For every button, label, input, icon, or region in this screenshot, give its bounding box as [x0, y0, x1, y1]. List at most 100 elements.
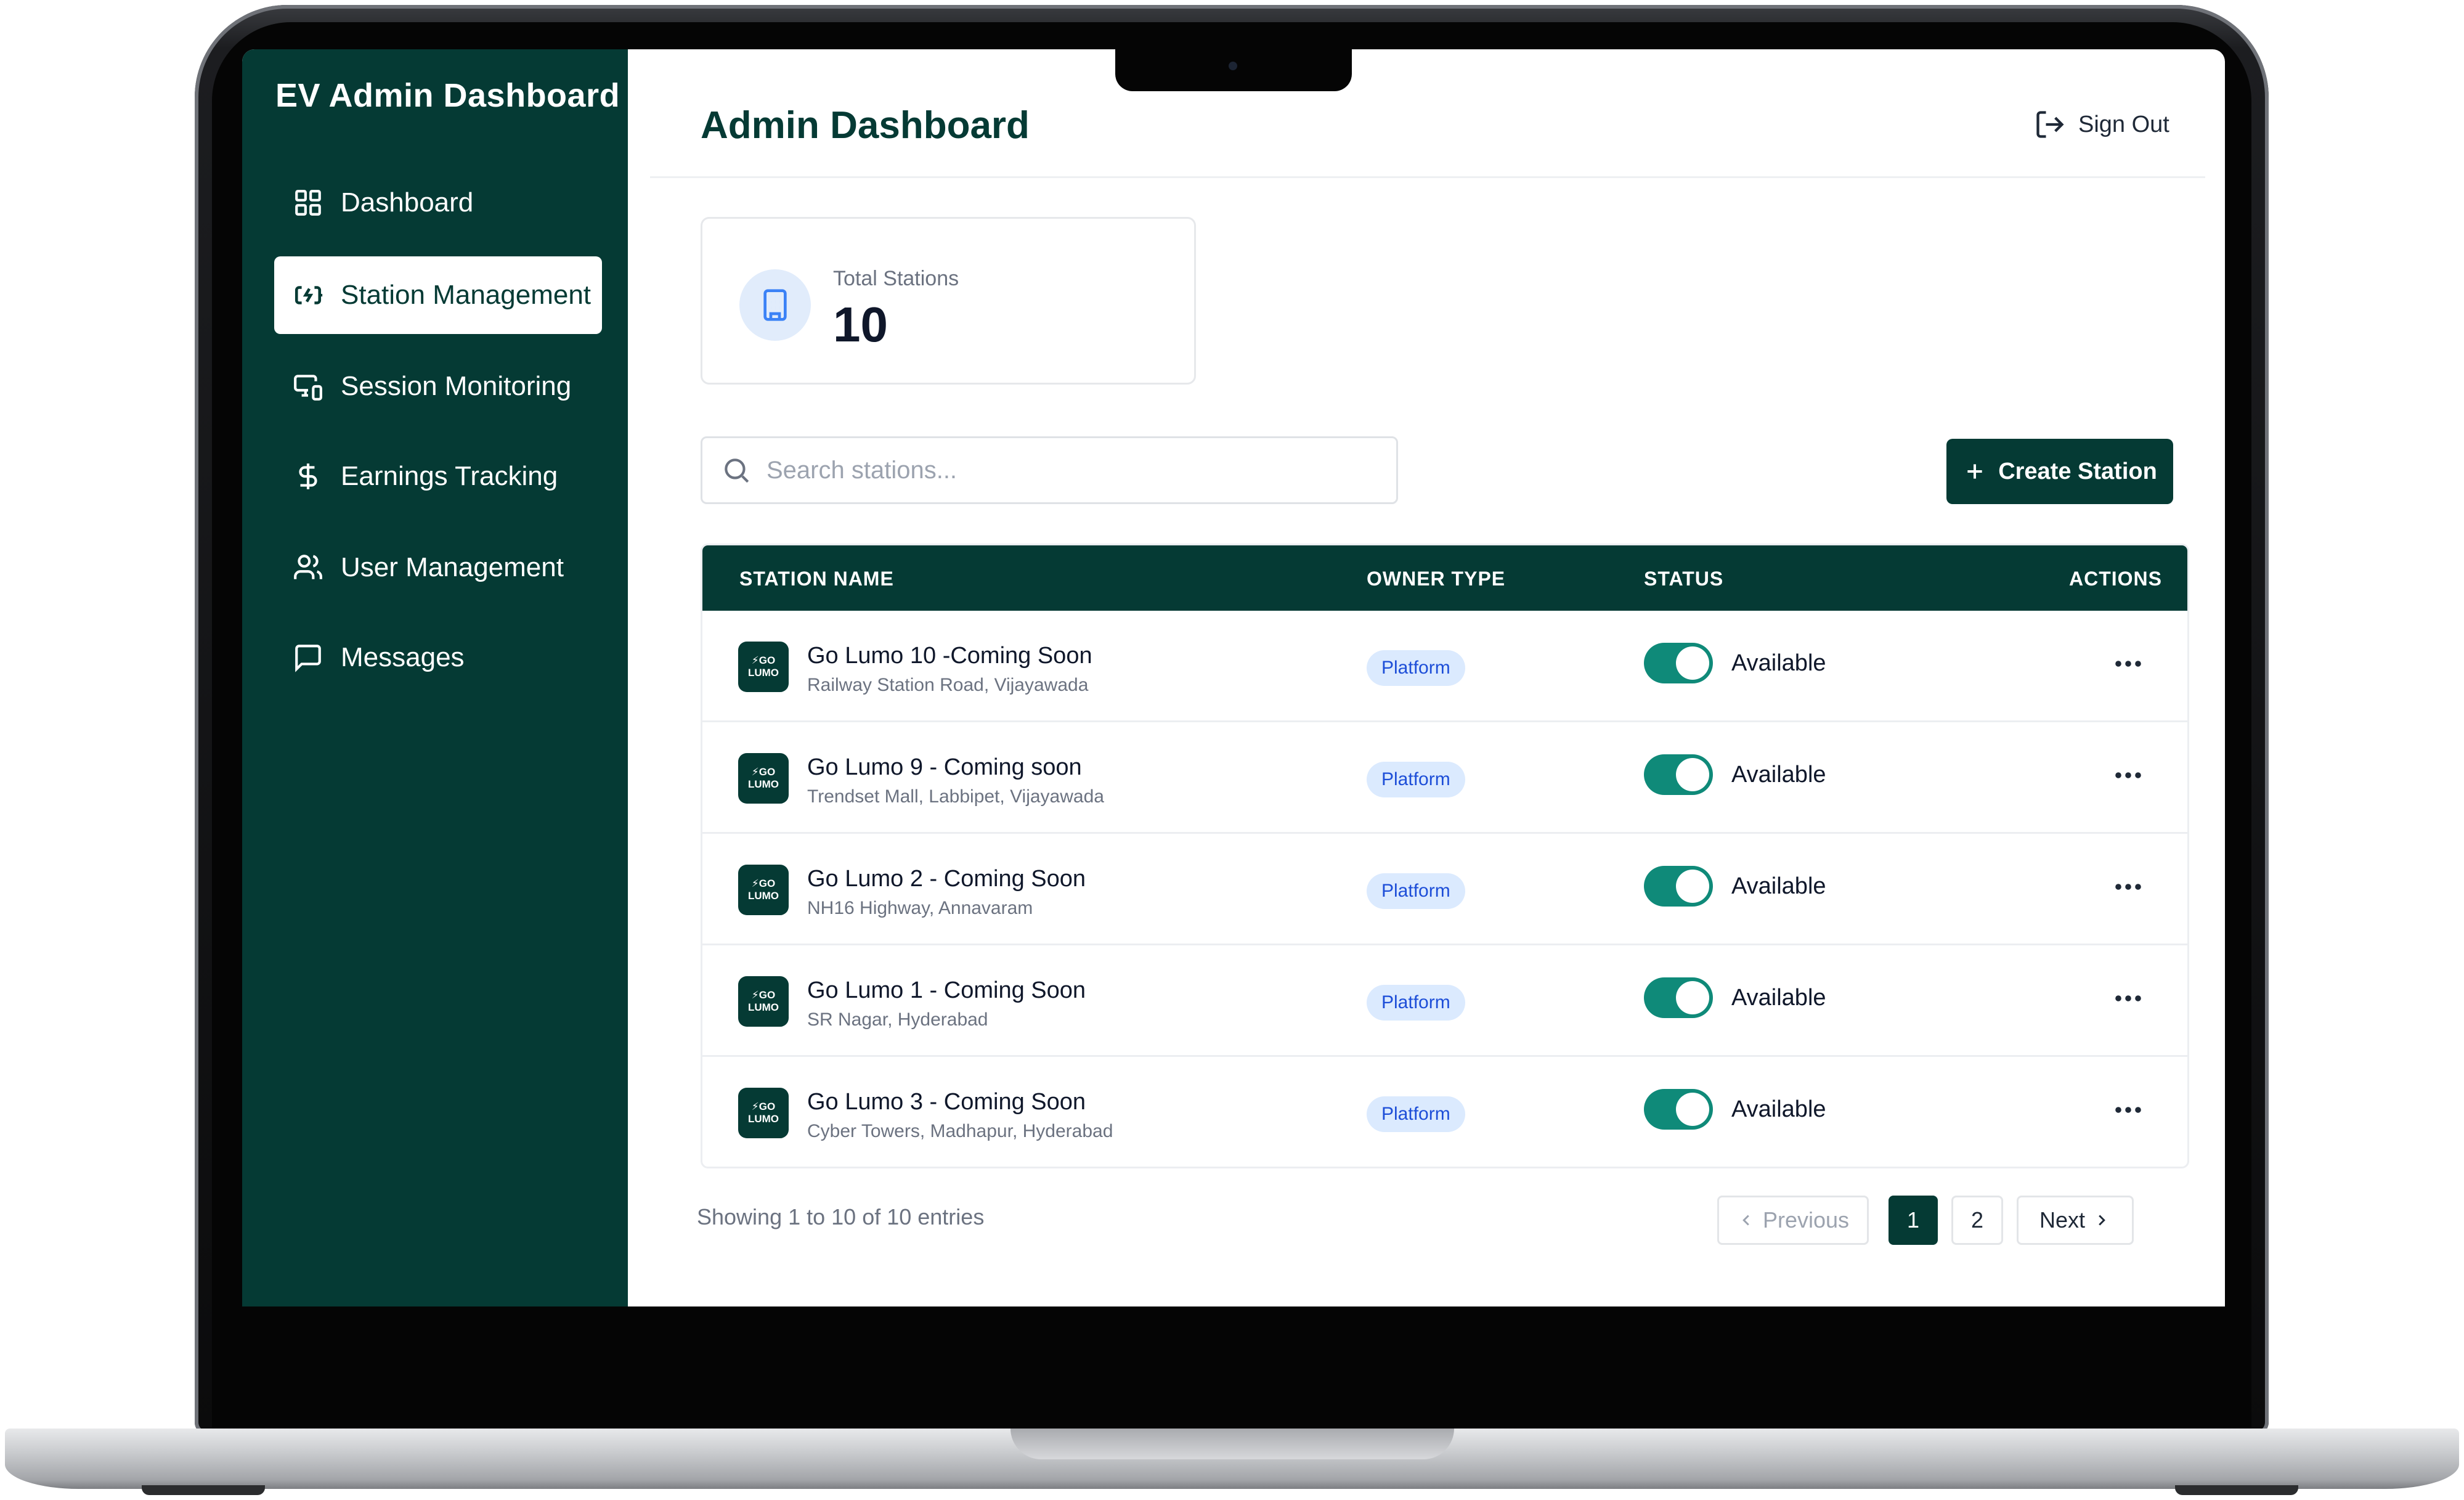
stations-table: STATION NAME OWNER TYPE STATUS ACTIONS ⚡…: [701, 544, 2189, 1168]
station-name: Go Lumo 1 - Coming Soon: [807, 977, 1086, 1003]
owner-type-badge: Platform: [1367, 1096, 1465, 1132]
monitor-devices-icon: [293, 371, 323, 402]
sidebar-item-session-monitoring[interactable]: Session Monitoring: [274, 348, 602, 425]
row-actions-button[interactable]: [2110, 763, 2147, 788]
entries-summary: Showing 1 to 10 of 10 entries: [697, 1204, 985, 1229]
chevron-left-icon: [1742, 1215, 1749, 1226]
status-toggle[interactable]: [1644, 866, 1713, 907]
building-icon: [739, 269, 811, 341]
sidebar-item-label: User Management: [341, 552, 564, 582]
more-horizontal-icon: [2115, 1107, 2141, 1113]
column-header-owner-type: OWNER TYPE: [1367, 568, 1506, 590]
row-actions-button[interactable]: [2110, 651, 2147, 676]
search-input[interactable]: [766, 456, 1383, 484]
status-label: Available: [1731, 762, 1826, 788]
table-row[interactable]: ⚡GO LUMO Go Lumo 3 - Coming Soon Cyber To…: [702, 1057, 2187, 1167]
chevron-right-icon: [2099, 1215, 2105, 1226]
header-divider: [650, 176, 2205, 178]
sidebar-item-station-management[interactable]: Station Management: [274, 256, 602, 334]
status-label: Available: [1731, 985, 1826, 1011]
row-actions-button[interactable]: [2110, 874, 2147, 899]
owner-type-badge: Platform: [1367, 762, 1465, 797]
owner-type-badge: Platform: [1367, 873, 1465, 909]
more-horizontal-icon: [2115, 661, 2141, 667]
sidebar-item-user-management[interactable]: User Management: [274, 529, 602, 606]
more-horizontal-icon: [2115, 995, 2141, 1001]
laptop-foot-left: [142, 1485, 265, 1495]
station-logo: ⚡GO LUMO: [738, 865, 789, 915]
page-button-1[interactable]: 1: [1889, 1196, 1938, 1245]
sidebar-item-label: Station Management: [341, 280, 592, 310]
status-label: Available: [1731, 1096, 1826, 1122]
page-title: Admin Dashboard: [701, 104, 1030, 147]
station-logo: ⚡GO LUMO: [738, 1088, 789, 1138]
sidebar-item-label: Session Monitoring: [341, 371, 572, 401]
status-toggle[interactable]: [1644, 1089, 1713, 1130]
station-name: Go Lumo 9 - Coming soon: [807, 754, 1082, 780]
search-box: [701, 436, 1398, 504]
station-logo: ⚡GO LUMO: [738, 753, 789, 804]
status-toggle[interactable]: [1644, 977, 1713, 1018]
row-actions-button[interactable]: [2110, 1098, 2147, 1122]
station-address: NH16 Highway, Annavaram: [807, 898, 1033, 918]
station-address: Trendset Mall, Labbipet, Vijayawada: [807, 786, 1104, 807]
sidebar: EV Admin Dashboard Dashboard Station Man…: [242, 49, 628, 1306]
station-address: Railway Station Road, Vijayawada: [807, 675, 1089, 695]
brand-title: EV Admin Dashboard: [275, 77, 620, 114]
sidebar-item-label: Earnings Tracking: [341, 461, 558, 491]
station-logo: ⚡GO LUMO: [738, 976, 789, 1027]
stat-value: 10: [833, 297, 888, 352]
owner-type-badge: Platform: [1367, 650, 1465, 686]
table-row[interactable]: ⚡GO LUMO Go Lumo 1 - Coming Soon SR Nagar…: [702, 945, 2187, 1057]
column-header-status: STATUS: [1644, 568, 1724, 590]
dollar-icon: [293, 461, 323, 492]
status-toggle[interactable]: [1644, 754, 1713, 795]
create-station-button[interactable]: Create Station: [1946, 439, 2173, 504]
create-station-label: Create Station: [1998, 458, 2157, 484]
camera-notch: [1115, 49, 1352, 91]
message-icon: [293, 642, 323, 673]
row-actions-button[interactable]: [2110, 986, 2147, 1011]
station-logo: ⚡GO LUMO: [738, 642, 789, 692]
table-row[interactable]: ⚡GO LUMO Go Lumo 9 - Coming soon Trendset…: [702, 722, 2187, 834]
station-name: Go Lumo 10 -Coming Soon: [807, 643, 1092, 669]
sign-out-label: Sign Out: [2078, 111, 2169, 137]
table-row[interactable]: ⚡GO LUMO Go Lumo 10 -Coming Soon Railway …: [702, 611, 2187, 722]
station-name: Go Lumo 3 - Coming Soon: [807, 1089, 1086, 1115]
table-row[interactable]: ⚡GO LUMO Go Lumo 2 - Coming Soon NH16 Hig…: [702, 834, 2187, 945]
grid-icon: [293, 187, 323, 218]
sign-out-button[interactable]: Sign Out: [2034, 108, 2169, 141]
laptop-base-notch: [1010, 1429, 1454, 1459]
logout-icon: [2036, 111, 2064, 138]
status-label: Available: [1731, 650, 1826, 676]
status-toggle[interactable]: [1644, 643, 1713, 683]
more-horizontal-icon: [2115, 772, 2141, 778]
search-icon: [725, 459, 749, 483]
sidebar-item-earnings-tracking[interactable]: Earnings Tracking: [274, 438, 602, 515]
table-header: STATION NAME OWNER TYPE STATUS ACTIONS: [702, 545, 2187, 611]
main-content: Admin Dashboard Sign Out Total Stations …: [628, 49, 2225, 1306]
next-page-button[interactable]: Next: [2017, 1196, 2134, 1245]
sidebar-item-dashboard[interactable]: Dashboard: [274, 164, 602, 242]
camera-icon: [1229, 62, 1237, 70]
plus-icon: [1967, 464, 1982, 479]
users-icon: [293, 552, 323, 583]
sidebar-item-label: Messages: [341, 642, 465, 672]
laptop-foot-right: [2175, 1485, 2298, 1495]
sidebar-item-messages[interactable]: Messages: [274, 619, 602, 696]
charging-station-icon: [293, 280, 323, 311]
station-name: Go Lumo 2 - Coming Soon: [807, 866, 1086, 892]
owner-type-badge: Platform: [1367, 985, 1465, 1021]
stat-label: Total Stations: [833, 267, 959, 290]
station-address: Cyber Towers, Madhapur, Hyderabad: [807, 1121, 1113, 1141]
total-stations-card: Total Stations 10: [701, 217, 1196, 385]
status-label: Available: [1731, 873, 1826, 899]
next-label: Next: [2039, 1207, 2086, 1233]
page-button-2[interactable]: 2: [1951, 1196, 2003, 1245]
app-screen: EV Admin Dashboard Dashboard Station Man…: [242, 49, 2225, 1306]
column-header-station-name: STATION NAME: [739, 568, 894, 590]
previous-page-button[interactable]: Previous: [1717, 1196, 1869, 1245]
previous-label: Previous: [1762, 1207, 1850, 1233]
column-header-actions: ACTIONS: [2069, 568, 2162, 590]
sidebar-item-label: Dashboard: [341, 187, 474, 218]
